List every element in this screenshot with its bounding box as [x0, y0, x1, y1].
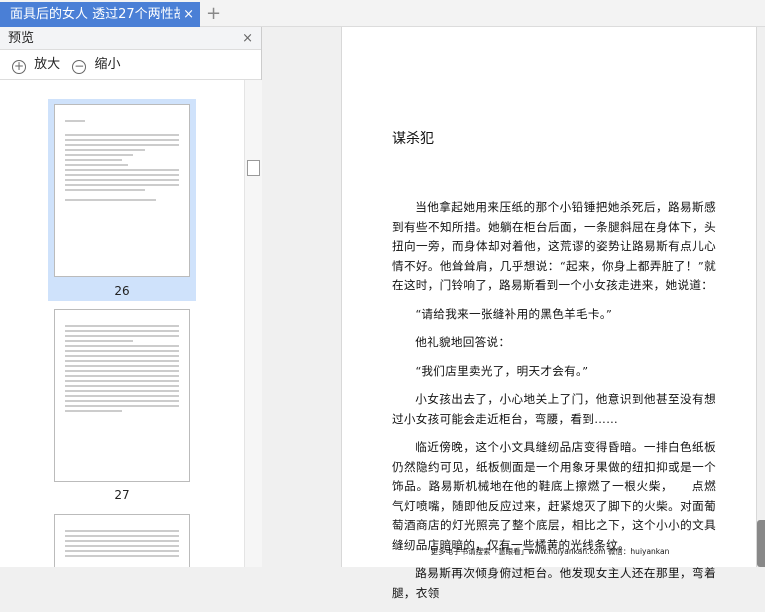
page-footer: 更多电子书请搜索「慧眼看」www.huiyankan.com 微信：huiyan…	[430, 547, 670, 556]
zoom-in-button[interactable]: + 放大	[12, 57, 64, 74]
paragraph: 他礼貌地回答说：	[415, 335, 511, 349]
page-thumbnail-27[interactable]	[54, 309, 190, 482]
tab-bar: 面具后的女人 透过27个两性故事 × +	[0, 0, 765, 27]
zoom-out-button[interactable]: − 缩小	[72, 57, 124, 74]
zoom-out-label: 缩小	[94, 57, 121, 72]
zoom-out-icon: −	[72, 59, 87, 74]
zoom-in-label: 放大	[34, 57, 61, 72]
paragraph: 路易斯再次倾身俯过柜台。他发现女主人还在那里，弯着腿，衣领	[392, 566, 716, 600]
zoom-toolbar: + 放大 − 缩小	[0, 50, 261, 80]
preview-header: 预览 ×	[0, 27, 261, 50]
paragraph: “我们店里卖光了，明天才会有。”	[415, 363, 589, 378]
paragraph: 小女孩出去了，小心地关上了门，他意识到他甚至没有想过小女孩可能会走近柜台，弯腰，…	[392, 392, 716, 426]
close-preview-icon[interactable]: ×	[242, 27, 253, 50]
thumbnail-list: 26 27	[0, 80, 244, 567]
page-thumbnail-28[interactable]	[54, 514, 190, 567]
document-scrollbar[interactable]	[757, 520, 765, 567]
scrollbar-thumb[interactable]	[247, 160, 260, 176]
thumbnail-scrollbar[interactable]	[244, 80, 262, 567]
document-page: 谋杀犯 当他拿起她用来压纸的那个小铅锤把她杀死后，路易斯感到有些不知所措。她躺在…	[341, 27, 757, 600]
preview-panel: 预览 × + 放大 − 缩小 26 27	[0, 27, 262, 567]
page-number: 26	[114, 284, 130, 298]
new-tab-button[interactable]: +	[206, 2, 221, 26]
paragraph: 当他拿起她用来压纸的那个小铅锤把她杀死后，路易斯感到有些不知所措。她躺在柜台后面…	[392, 200, 716, 292]
close-tab-icon[interactable]: ×	[183, 2, 194, 27]
chapter-title: 谋杀犯	[392, 131, 434, 147]
tab-title: 面具后的女人 透过27个两性故事	[10, 7, 180, 22]
paragraph: 临近傍晚，这个小文具缝纫品店变得昏暗。一排白色纸板仍然隐约可见，纸板侧面是一个用…	[392, 440, 716, 552]
preview-title: 预览	[8, 31, 35, 46]
page-number: 27	[114, 488, 130, 502]
document-tab[interactable]: 面具后的女人 透过27个两性故事 ×	[0, 2, 200, 27]
zoom-in-icon: +	[12, 59, 26, 74]
paragraph: “请给我来一张缝补用的黑色羊毛卡。”	[415, 306, 613, 321]
page-thumbnail-26[interactable]	[54, 104, 190, 277]
